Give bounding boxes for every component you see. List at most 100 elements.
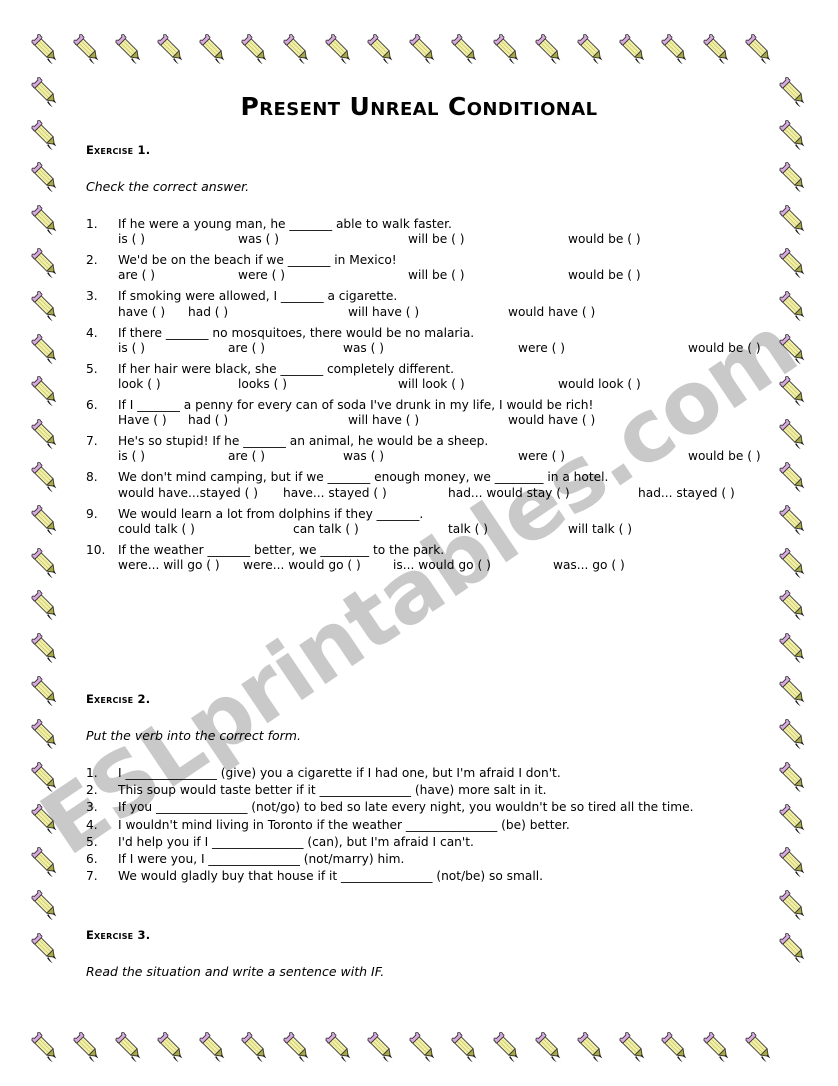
answer-option[interactable]: were... would go ( ) xyxy=(243,559,361,571)
question-number: 6. xyxy=(86,398,98,413)
answer-option[interactable]: had... would stay ( ) xyxy=(448,486,570,498)
answer-option[interactable]: are ( ) xyxy=(228,450,265,462)
question-item: 7. He's so stupid! If he _______ an anima… xyxy=(86,435,786,466)
question-text: We don't mind camping, but if we _______… xyxy=(118,470,609,485)
answer-option[interactable]: looks ( ) xyxy=(238,378,287,390)
question-number: 3. xyxy=(86,800,98,815)
question-number: 1. xyxy=(86,217,98,231)
question-number: 3. xyxy=(86,289,98,304)
question-number: 9. xyxy=(86,506,98,521)
answer-option[interactable]: would be ( ) xyxy=(568,269,641,281)
answer-option[interactable]: is ( ) xyxy=(118,342,145,354)
question-item: 8. We don't mind camping, but if we _____… xyxy=(86,471,786,502)
answer-option[interactable]: are ( ) xyxy=(228,342,265,354)
answer-options: would have...stayed ( ) have... stayed ( … xyxy=(118,486,786,503)
worksheet-content: Present Unreal Conditional Exercise 1. C… xyxy=(0,0,838,1086)
answer-option[interactable]: was ( ) xyxy=(343,342,384,354)
answer-option[interactable]: will look ( ) xyxy=(398,378,465,390)
question-number: 2. xyxy=(86,783,98,798)
answer-option[interactable]: was ( ) xyxy=(343,450,384,462)
question-number: 7. xyxy=(86,869,98,884)
question-item: 5. I'd help you if I _______________ (can… xyxy=(86,836,786,848)
answer-options: is ( ) are ( ) was ( ) were ( ) would be ( ) xyxy=(118,342,786,358)
answer-option[interactable]: would have...stayed ( ) xyxy=(118,486,258,498)
question-item: 6. If I were you, I _______________ (not/… xyxy=(86,853,786,865)
answer-option[interactable]: were ( ) xyxy=(518,342,565,354)
question-text: We would gladly buy that house if it ___… xyxy=(118,869,544,884)
answer-option[interactable]: had ( ) xyxy=(188,414,228,426)
question-item: 9. We would learn a lot from dolphins if … xyxy=(86,506,786,539)
question-text: I'd help you if I _______________ (can),… xyxy=(118,834,474,849)
question-item: 5. If her hair were black, she _______ co… xyxy=(86,363,786,394)
question-text: I _______________ (give) you a cigarette… xyxy=(118,766,561,780)
exercise-2-instruction: Put the verb into the correct form. xyxy=(86,728,301,743)
question-text: If I were you, I _______________ (not/ma… xyxy=(118,852,405,867)
answer-option[interactable]: would have ( ) xyxy=(508,305,595,317)
answer-option[interactable]: will have ( ) xyxy=(348,414,419,426)
question-number: 7. xyxy=(86,434,98,449)
answer-option[interactable]: could talk ( ) xyxy=(118,523,195,535)
answer-options: were... will go ( ) were... would go ( ) i… xyxy=(118,559,786,575)
answer-option[interactable]: would be ( ) xyxy=(688,450,761,462)
answer-option[interactable]: was ( ) xyxy=(238,233,279,245)
question-item: 1. I _______________ (give) you a cigaret… xyxy=(86,767,786,779)
answer-options: is ( ) are ( ) was ( ) were ( ) would be ( ) xyxy=(118,450,786,466)
worksheet-page: ESLprintables.com Present Unreal Conditi… xyxy=(0,0,838,1086)
answer-option[interactable]: have... stayed ( ) xyxy=(283,486,387,498)
answer-options: is ( ) was ( ) will be ( ) would be ( ) xyxy=(118,233,786,249)
exercise-2-question-list: 1. I _______________ (give) you a cigaret… xyxy=(86,767,786,884)
answer-option[interactable]: is ( ) xyxy=(118,233,145,245)
question-item: 10. If the weather _______ better, we ___… xyxy=(86,544,786,575)
question-text: If the weather _______ better, we ______… xyxy=(118,542,445,557)
answer-options: are ( ) were ( ) will be ( ) would be ( ) xyxy=(118,269,786,285)
answer-option[interactable]: will have ( ) xyxy=(348,305,419,317)
question-number: 6. xyxy=(86,852,98,867)
answer-option[interactable]: have ( ) xyxy=(118,305,165,317)
exercise-3-instruction: Read the situation and write a sentence … xyxy=(86,964,385,979)
answer-option[interactable]: were ( ) xyxy=(518,450,565,462)
answer-option[interactable]: will be ( ) xyxy=(408,233,465,245)
question-item: 3. If smoking were allowed, I _______ a c… xyxy=(86,290,786,321)
answer-option[interactable]: will be ( ) xyxy=(408,269,465,281)
answer-option[interactable]: talk ( ) xyxy=(448,523,488,535)
answer-option[interactable]: would be ( ) xyxy=(568,233,641,245)
answer-option[interactable]: can talk ( ) xyxy=(293,523,359,535)
answer-option[interactable]: were ( ) xyxy=(238,269,285,281)
answer-option[interactable]: would look ( ) xyxy=(558,378,641,390)
question-text: I wouldn't mind living in Toronto if the… xyxy=(118,817,570,832)
answer-options: could talk ( ) can talk ( ) talk ( ) will t… xyxy=(118,523,786,539)
answer-option[interactable]: had ( ) xyxy=(188,305,228,317)
question-text: If her hair were black, she _______ comp… xyxy=(118,361,455,376)
exercise-2-section: Exercise 2. Put the verb into the correc… xyxy=(86,692,786,887)
answer-option[interactable]: were... will go ( ) xyxy=(118,559,220,571)
question-text: We'd be on the beach if we _______ in Me… xyxy=(118,253,397,268)
question-number: 5. xyxy=(86,361,98,376)
answer-option[interactable]: will talk ( ) xyxy=(568,523,632,535)
question-text: We would learn a lot from dolphins if th… xyxy=(118,506,424,521)
answer-options: look ( ) looks ( ) will look ( ) would look… xyxy=(118,378,786,394)
question-text: If I _______ a penny for every can of so… xyxy=(118,398,594,413)
question-number: 1. xyxy=(86,766,98,780)
question-text: If smoking were allowed, I _______ a cig… xyxy=(118,289,398,304)
answer-option[interactable]: would be ( ) xyxy=(688,342,761,354)
answer-option[interactable]: had... stayed ( ) xyxy=(638,486,735,498)
answer-option[interactable]: is ( ) xyxy=(118,450,145,462)
answer-option[interactable]: are ( ) xyxy=(118,269,155,281)
question-item: 2. This soup would taste better if it ___… xyxy=(86,784,786,796)
question-number: 10. xyxy=(86,542,106,557)
exercise-1-instruction: Check the correct answer. xyxy=(86,179,250,194)
exercise-3-section: Exercise 3. Read the situation and write… xyxy=(86,928,786,1003)
question-number: 4. xyxy=(86,817,98,832)
answer-option[interactable]: would have ( ) xyxy=(508,414,595,426)
question-item: 6. If I _______ a penny for every can of … xyxy=(86,399,786,430)
answer-option[interactable]: look ( ) xyxy=(118,378,161,390)
question-number: 2. xyxy=(86,253,98,268)
exercise-3-heading: Exercise 3. xyxy=(86,928,151,942)
question-item: 4. I wouldn't mind living in Toronto if t… xyxy=(86,817,786,832)
answer-option[interactable]: was... go ( ) xyxy=(553,559,625,571)
answer-option[interactable]: Have ( ) xyxy=(118,414,167,426)
exercise-1-heading: Exercise 1. xyxy=(86,143,151,157)
question-item: 3. If you _______________ (not/go) to bed… xyxy=(86,801,786,813)
question-text: He's so stupid! If he _______ an animal,… xyxy=(118,434,489,449)
answer-option[interactable]: is... would go ( ) xyxy=(393,559,491,571)
